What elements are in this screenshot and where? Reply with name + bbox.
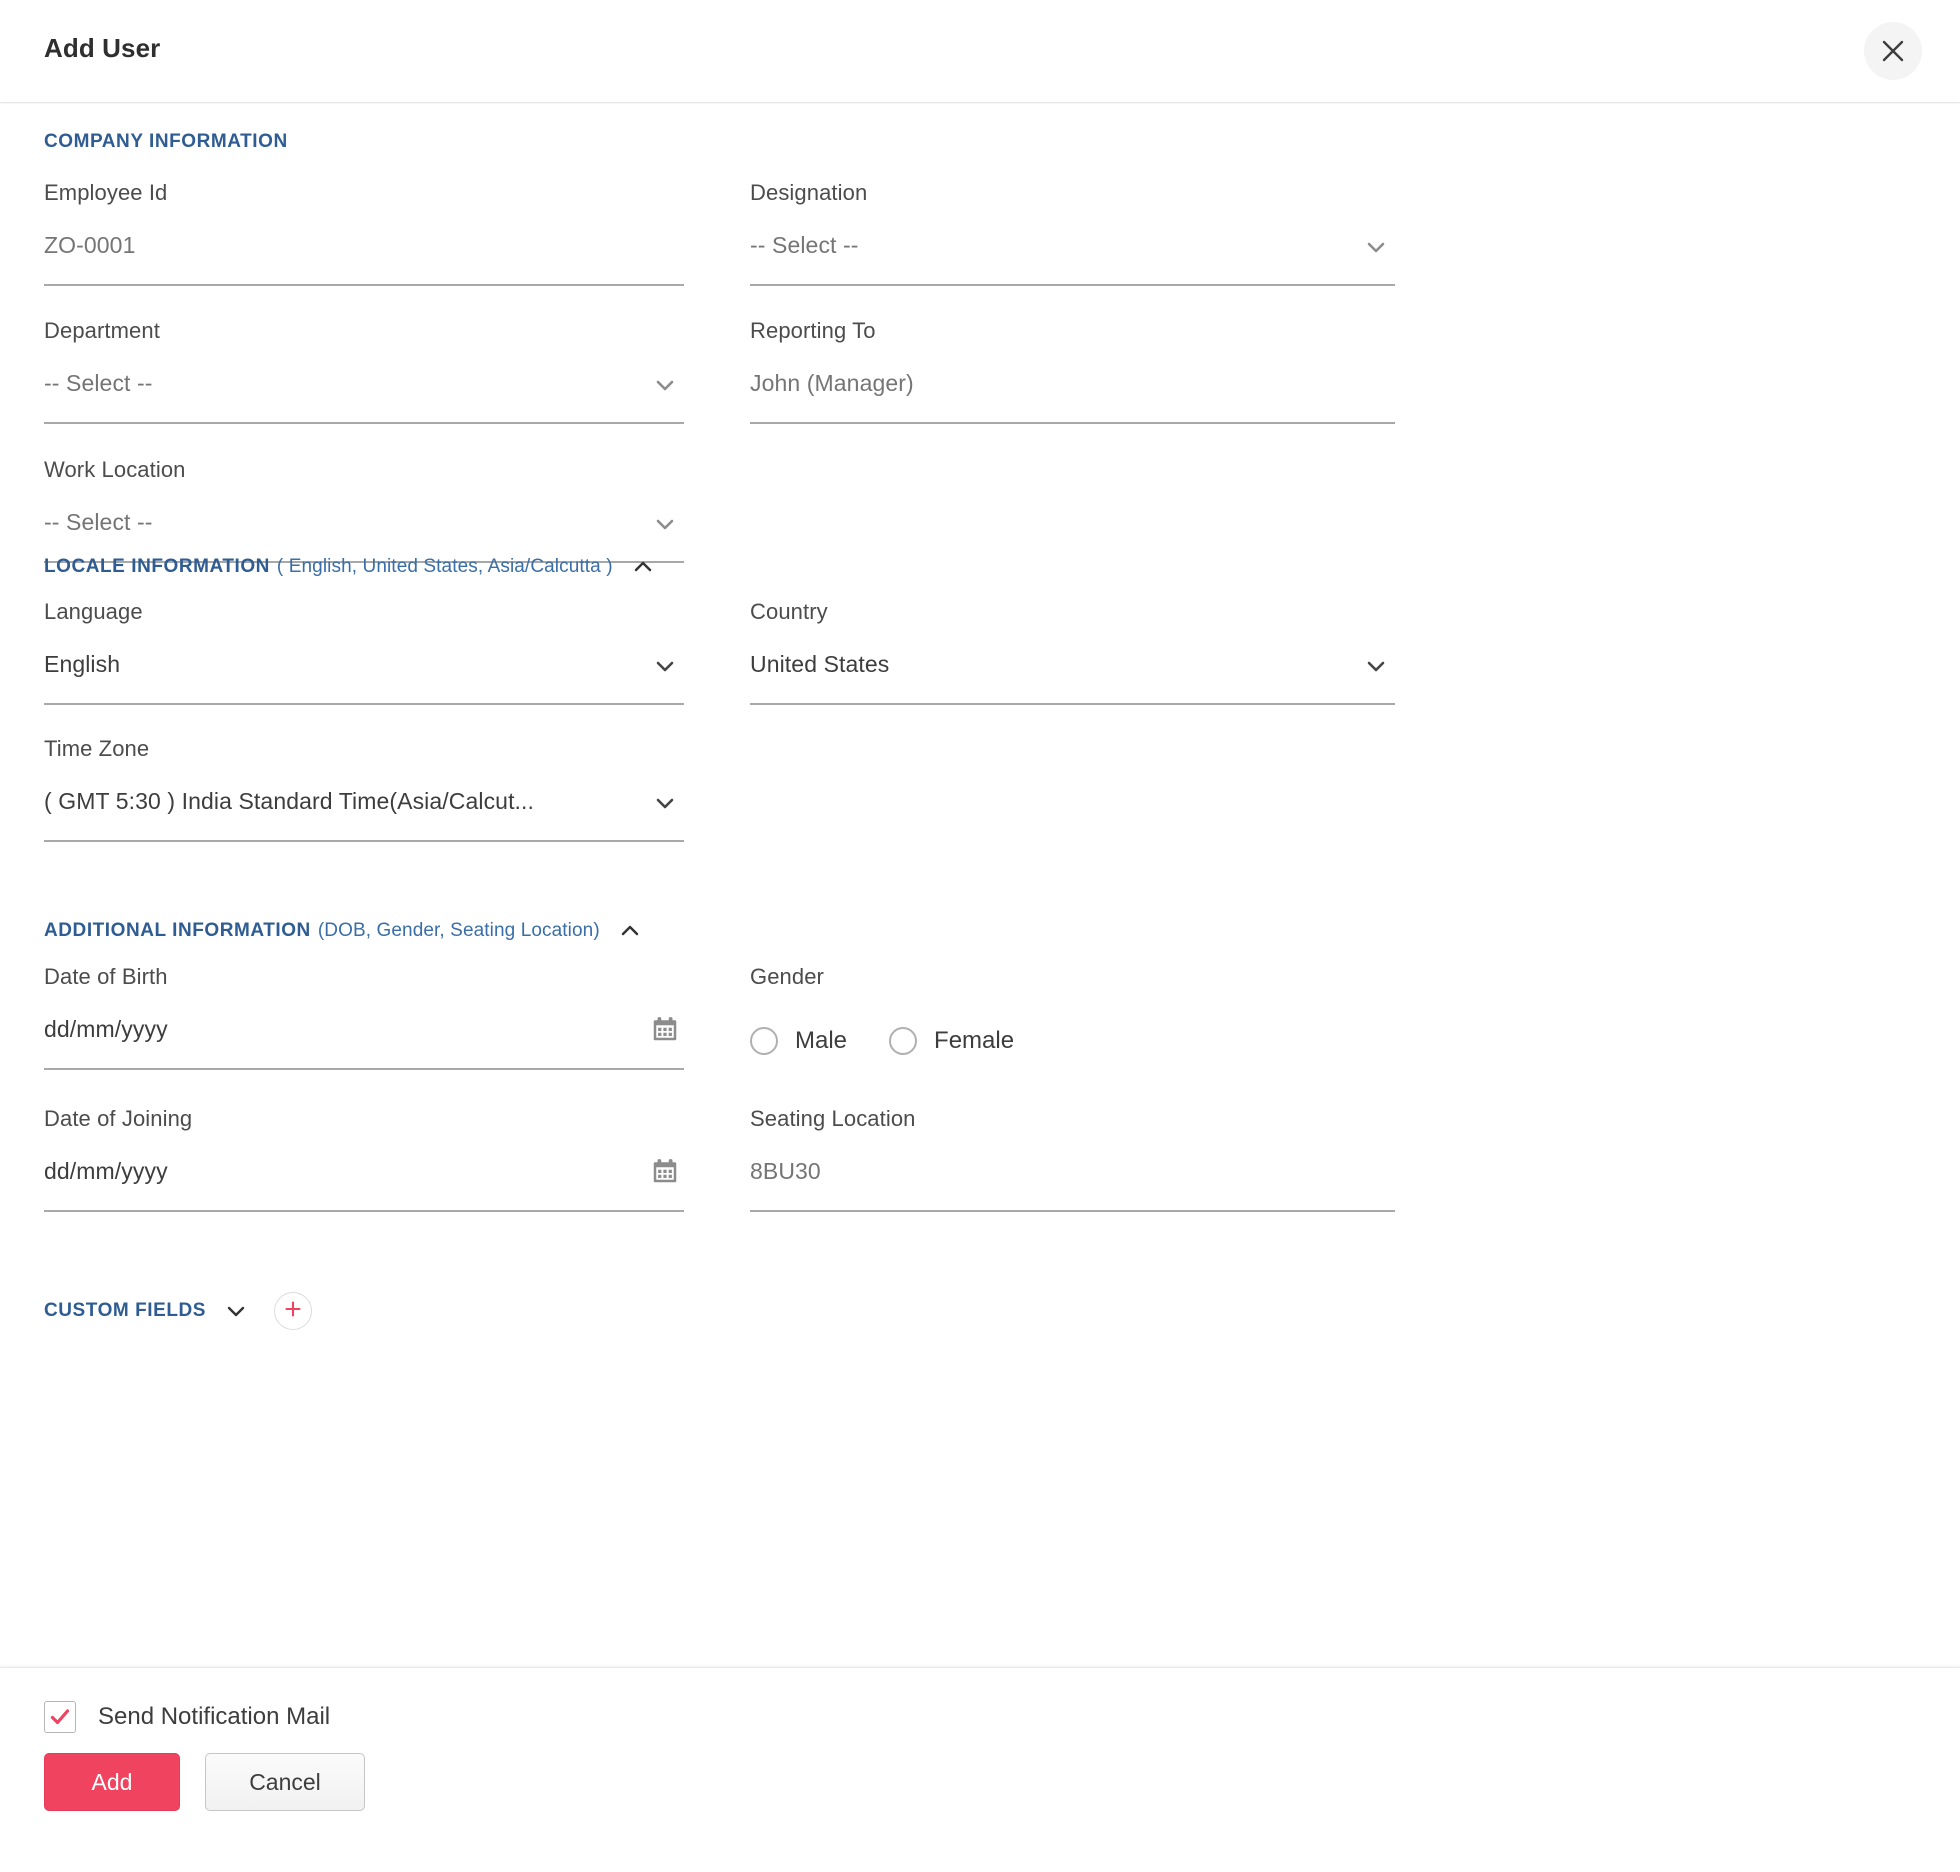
add-user-dialog: Add User COMPANY INFORMATION Employee Id…: [0, 0, 1960, 1872]
footer-button-row: Add Cancel: [44, 1753, 365, 1811]
department-value[interactable]: [44, 370, 684, 397]
send-notification-mail-label: Send Notification Mail: [98, 1703, 331, 1730]
chevron-down-icon[interactable]: [1363, 653, 1389, 679]
gender-label-female: Female: [934, 1027, 1015, 1054]
chevron-down-icon[interactable]: [652, 790, 678, 816]
label-employee-id: Employee Id: [44, 180, 168, 205]
field-language: Language English: [44, 599, 684, 705]
gender-radio-group: Male Female: [750, 1014, 1395, 1068]
date-of-joining-value[interactable]: dd/mm/yyyy: [44, 1158, 684, 1185]
close-button[interactable]: [1864, 22, 1922, 80]
dialog-body: COMPANY INFORMATION Employee Id Designat…: [0, 104, 1960, 1667]
chevron-down-icon[interactable]: [652, 653, 678, 679]
field-time-zone: Time Zone ( GMT 5:30 ) India Standard Ti…: [44, 736, 684, 842]
time-zone-select[interactable]: ( GMT 5:30 ) India Standard Time(Asia/Ca…: [44, 788, 684, 842]
section-summary-locale: ( English, United States, Asia/Calcutta …: [276, 556, 613, 577]
field-gender: Gender Male Female: [750, 964, 1395, 1068]
field-country: Country United States: [750, 599, 1395, 705]
close-icon: [1880, 38, 1906, 64]
designation-value[interactable]: [750, 232, 1395, 259]
section-title-additional: ADDITIONAL INFORMATION: [44, 920, 311, 941]
gender-option-male[interactable]: Male: [750, 1027, 847, 1055]
language-value: English: [44, 651, 121, 677]
gender-option-female[interactable]: Female: [889, 1027, 1014, 1055]
designation-select[interactable]: [750, 232, 1395, 286]
label-department: Department: [44, 318, 160, 343]
country-select[interactable]: United States: [750, 651, 1395, 705]
add-custom-field-button[interactable]: [273, 1292, 312, 1330]
send-notification-mail-checkbox[interactable]: Send Notification Mail: [44, 1701, 330, 1733]
label-time-zone: Time Zone: [44, 736, 150, 761]
label-country: Country: [750, 599, 828, 624]
chevron-up-icon[interactable]: [631, 555, 655, 579]
label-gender: Gender: [750, 964, 824, 989]
add-button[interactable]: Add: [44, 1753, 180, 1811]
department-select[interactable]: [44, 370, 684, 424]
section-locale-information[interactable]: LOCALE INFORMATION ( English, United Sta…: [44, 555, 655, 579]
country-value: United States: [750, 651, 890, 677]
label-date-of-birth: Date of Birth: [44, 964, 168, 989]
field-work-location: Work Location: [44, 457, 684, 563]
chevron-down-icon[interactable]: [652, 511, 678, 537]
section-title-company: COMPANY INFORMATION: [44, 131, 288, 152]
plus-icon: [283, 1299, 303, 1324]
chevron-down-icon[interactable]: [224, 1299, 248, 1323]
dialog-header: Add User: [0, 0, 1960, 103]
checkbox-icon[interactable]: [44, 1701, 76, 1733]
seating-location-input[interactable]: [750, 1158, 1395, 1185]
section-title-custom: CUSTOM FIELDS: [44, 1300, 206, 1321]
section-custom-fields[interactable]: CUSTOM FIELDS: [44, 1292, 312, 1330]
field-reporting-to: Reporting To: [750, 318, 1395, 424]
date-of-birth-value[interactable]: dd/mm/yyyy: [44, 1016, 684, 1043]
field-designation: Designation: [750, 180, 1395, 286]
label-seating-location: Seating Location: [750, 1106, 916, 1131]
page-title: Add User: [44, 33, 161, 63]
chevron-down-icon[interactable]: [1363, 234, 1389, 260]
employee-id-input[interactable]: [44, 232, 684, 259]
label-designation: Designation: [750, 180, 868, 205]
field-department: Department: [44, 318, 684, 424]
work-location-value[interactable]: [44, 509, 684, 536]
label-language: Language: [44, 599, 143, 624]
field-seating-location: Seating Location: [750, 1106, 1395, 1212]
chevron-down-icon[interactable]: [652, 372, 678, 398]
label-reporting-to: Reporting To: [750, 318, 876, 343]
calendar-icon[interactable]: [650, 1156, 680, 1186]
label-date-of-joining: Date of Joining: [44, 1106, 193, 1131]
radio-icon[interactable]: [889, 1027, 918, 1055]
section-summary-additional: (DOB, Gender, Seating Location): [317, 920, 600, 941]
section-title-locale: LOCALE INFORMATION: [44, 556, 270, 577]
field-date-of-joining: Date of Joining dd/mm/yyyy: [44, 1106, 684, 1212]
gender-label-male: Male: [795, 1027, 848, 1054]
language-select[interactable]: English: [44, 651, 684, 705]
cancel-button[interactable]: Cancel: [205, 1753, 365, 1811]
reporting-to-input[interactable]: [750, 370, 1395, 397]
section-additional-information[interactable]: ADDITIONAL INFORMATION (DOB, Gender, Sea…: [44, 919, 642, 943]
field-employee-id: Employee Id: [44, 180, 684, 286]
time-zone-value: ( GMT 5:30 ) India Standard Time(Asia/Ca…: [44, 788, 535, 814]
calendar-icon[interactable]: [650, 1014, 680, 1044]
section-company-information: COMPANY INFORMATION: [44, 131, 288, 153]
radio-icon[interactable]: [750, 1027, 778, 1055]
chevron-up-icon[interactable]: [618, 919, 642, 943]
label-work-location: Work Location: [44, 457, 186, 482]
field-date-of-birth: Date of Birth dd/mm/yyyy: [44, 964, 684, 1070]
